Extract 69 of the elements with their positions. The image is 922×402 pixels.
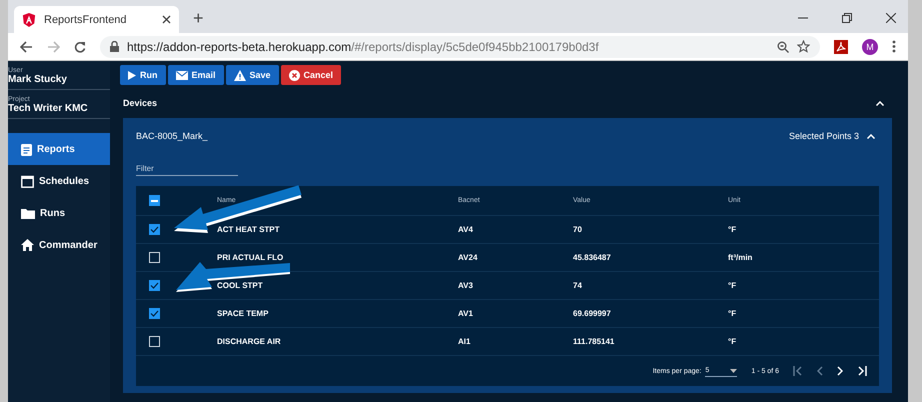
- collapse-caret-icon[interactable]: [867, 134, 875, 138]
- table-cell-text: 69.699997: [573, 309, 612, 318]
- table-cell-text: ACT HEAT STPT: [217, 225, 281, 234]
- table-cell-text: AV3: [458, 281, 474, 290]
- table-cell-text: 70: [573, 225, 583, 234]
- folder-icon: [21, 208, 35, 218]
- profile-avatar[interactable]: M: [862, 38, 878, 54]
- next-page-icon[interactable]: [837, 366, 843, 376]
- zoom-icon[interactable]: [777, 40, 789, 52]
- table-cell-text: SPACE TEMP: [217, 309, 270, 318]
- envelope-icon: [176, 70, 188, 80]
- sidebar-item[interactable]: Reports: [8, 133, 110, 165]
- table-cell: °F: [728, 309, 736, 318]
- lock-icon: [110, 41, 119, 52]
- row-checkbox[interactable]: [149, 280, 160, 291]
- restore-icon[interactable]: [842, 13, 852, 23]
- table-cell-text: COOL STPT: [217, 281, 264, 290]
- table-cell-text: AV4: [458, 225, 474, 234]
- cancel-icon: [288, 70, 300, 80]
- cancel-button[interactable]: Cancel: [280, 65, 342, 85]
- sidebar-item[interactable]: Schedules: [8, 165, 110, 197]
- selected-points-count: Selected Points 3: [788, 131, 859, 141]
- collapse-caret-icon[interactable]: [876, 100, 884, 106]
- shield-logo-icon: [22, 12, 36, 26]
- table-cell-text: DISCHARGE AIR: [217, 337, 282, 346]
- select-all-checkbox[interactable]: [149, 195, 160, 206]
- close-window-icon[interactable]: [886, 13, 896, 23]
- first-page-icon[interactable]: [793, 366, 803, 376]
- warning-icon: [234, 70, 246, 80]
- back-arrow-icon[interactable]: [20, 40, 33, 52]
- play-icon: [128, 70, 136, 80]
- device-name: BAC-8005_Mark_: [136, 131, 208, 141]
- section-title: Devices: [123, 98, 158, 108]
- table-cell-text: AV24: [458, 253, 478, 262]
- clipboard-icon: [21, 142, 32, 156]
- save-button[interactable]: Save: [226, 65, 279, 85]
- run-button[interactable]: Run: [120, 65, 166, 85]
- table-cell-text: PRI ACTUAL FLO: [217, 253, 284, 262]
- dropdown-caret-icon: [730, 368, 738, 372]
- last-page-icon[interactable]: [857, 366, 867, 376]
- project-name: Tech Writer KMC: [8, 103, 89, 114]
- table-cell: °F: [728, 281, 736, 290]
- user-name: Mark Stucky: [8, 74, 68, 85]
- pdf-extension-icon[interactable]: [834, 40, 848, 54]
- close-icon[interactable]: [162, 15, 171, 24]
- address-field[interactable]: https://addon-reports-beta.herokuapp.com/#/reports/display/5c5de0f945bb2100179b0d3f: [100, 36, 820, 58]
- previous-page-icon[interactable]: [817, 366, 823, 376]
- new-tab-button[interactable]: +: [189, 3, 208, 33]
- menu-icon[interactable]: [892, 40, 896, 53]
- table-cell: ft³/min: [728, 253, 752, 262]
- row-checkbox[interactable]: [149, 308, 160, 319]
- reload-icon[interactable]: [74, 40, 86, 52]
- tab-title: ReportsFrontend: [44, 14, 128, 26]
- row-checkbox[interactable]: [149, 224, 160, 235]
- star-icon[interactable]: [797, 40, 810, 53]
- home-icon: [21, 239, 34, 251]
- calendar-icon: [21, 174, 34, 188]
- table-cell-text: AV1: [458, 309, 474, 318]
- table-cell: °F: [728, 337, 736, 346]
- email-button[interactable]: Email: [168, 65, 224, 85]
- table-cell-text: 45.836487: [573, 253, 612, 262]
- table-cell: °F: [728, 225, 736, 234]
- filter-field[interactable]: Filter: [136, 162, 238, 176]
- table-cell-text: AI1: [458, 337, 472, 346]
- table-cell-text: 111.785141: [573, 337, 616, 346]
- sidebar-item[interactable]: Runs: [8, 197, 110, 229]
- browser-tab[interactable]: ReportsFrontend: [14, 6, 179, 33]
- table-cell-text: 74: [573, 281, 583, 290]
- sidebar-item[interactable]: Commander: [8, 229, 110, 261]
